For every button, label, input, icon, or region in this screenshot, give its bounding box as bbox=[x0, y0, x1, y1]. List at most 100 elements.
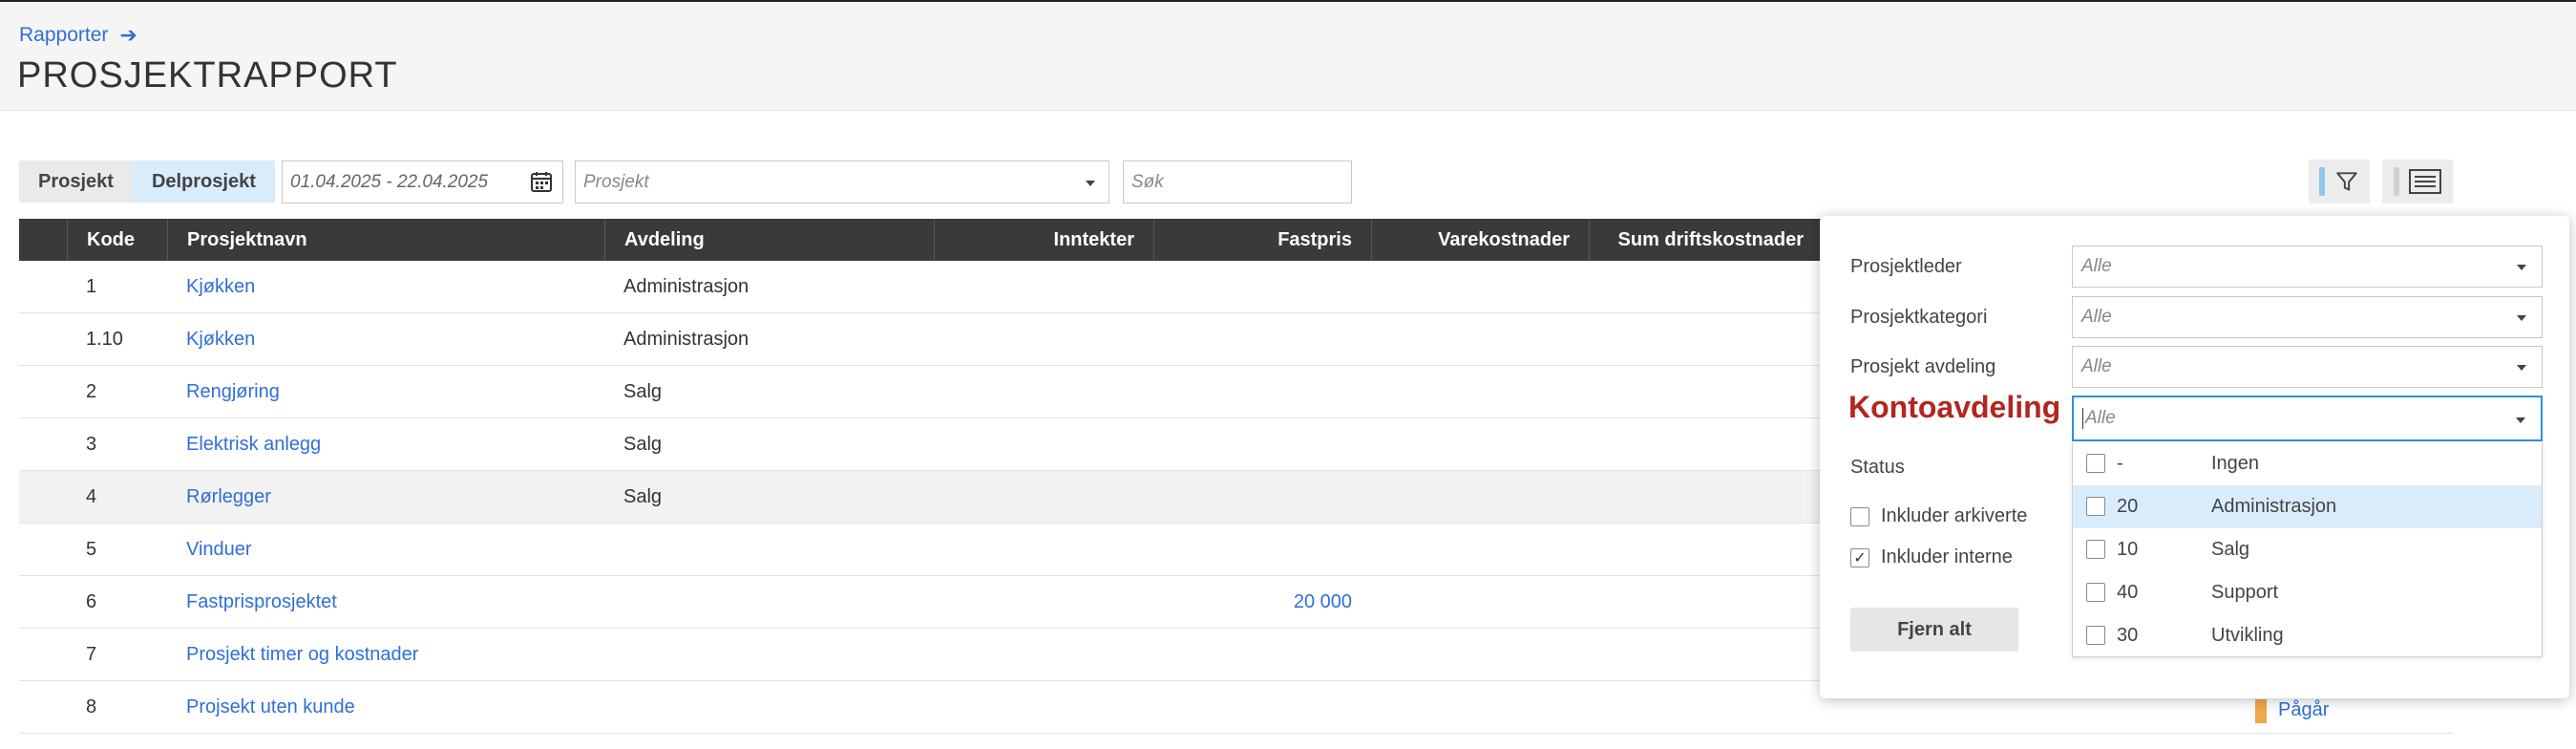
row-department: Administrasjon bbox=[623, 276, 750, 297]
row-code: 1 bbox=[86, 276, 97, 297]
row-project-name[interactable]: Kjøkken bbox=[186, 313, 255, 366]
row-code: 5 bbox=[86, 539, 97, 560]
header-code[interactable]: Kode bbox=[67, 219, 167, 261]
page-title: PROSJEKTRAPPORT bbox=[17, 55, 398, 96]
project-leader-label: Prosjektleder bbox=[1850, 256, 1962, 277]
header-operating-cost[interactable]: Sum driftskostnader bbox=[1589, 219, 1823, 261]
dropdown-option[interactable]: 40 Support bbox=[2073, 571, 2542, 614]
header-fixed-price[interactable]: Fastpris bbox=[1153, 219, 1371, 261]
account-department-select[interactable]: Alle bbox=[2072, 396, 2543, 441]
include-archived-checkbox[interactable] bbox=[1850, 506, 1869, 526]
row-department: Administrasjon bbox=[623, 329, 750, 350]
status-label[interactable]: Pågår bbox=[2278, 699, 2329, 721]
date-range-input[interactable]: 01.04.2025 - 22.04.2025 bbox=[282, 160, 563, 203]
row-code: 7 bbox=[86, 644, 97, 665]
include-internal-option[interactable]: ✓ Inkluder interne bbox=[1850, 546, 2013, 568]
option-checkbox[interactable] bbox=[2086, 540, 2105, 559]
header-goods-cost[interactable]: Varekostnader bbox=[1371, 219, 1589, 261]
date-range-value: 01.04.2025 - 22.04.2025 bbox=[290, 171, 489, 192]
project-leader-select[interactable]: Alle bbox=[2072, 246, 2543, 288]
text-cursor bbox=[2082, 408, 2083, 429]
include-archived-label: Inkluder arkiverte bbox=[1881, 505, 2028, 526]
row-code: 2 bbox=[86, 381, 97, 402]
list-view-icon bbox=[2409, 169, 2441, 194]
project-select[interactable]: Prosjekt bbox=[575, 160, 1109, 203]
search-placeholder: Søk bbox=[1131, 171, 1164, 192]
row-fixed-price[interactable] bbox=[1153, 524, 1352, 576]
row-code: 6 bbox=[86, 591, 97, 612]
page-header: Rapporter ➔ PROSJEKTRAPPORT bbox=[0, 2, 2576, 111]
calendar-icon[interactable] bbox=[530, 170, 553, 193]
row-project-name[interactable]: Rengjøring bbox=[186, 366, 280, 418]
search-input[interactable]: Søk bbox=[1123, 160, 1352, 203]
dropdown-option[interactable]: 30 Utvikling bbox=[2073, 614, 2542, 657]
row-code: 4 bbox=[86, 486, 97, 507]
filter-active-indicator bbox=[2319, 167, 2325, 196]
row-fixed-price[interactable] bbox=[1153, 629, 1352, 681]
row-department: Salg bbox=[623, 434, 663, 455]
row-code: 1.10 bbox=[86, 329, 123, 350]
chevron-down-icon bbox=[2516, 417, 2525, 423]
option-checkbox[interactable] bbox=[2086, 626, 2105, 645]
option-name: Ingen bbox=[2211, 453, 2260, 474]
column-view-button[interactable] bbox=[2382, 160, 2453, 203]
row-project-name[interactable]: Vinduer bbox=[186, 524, 252, 576]
option-checkbox[interactable] bbox=[2086, 497, 2105, 516]
row-department: Salg bbox=[623, 381, 663, 402]
row-fixed-price[interactable] bbox=[1153, 261, 1352, 313]
row-fixed-price[interactable] bbox=[1153, 366, 1352, 418]
filter-icon bbox=[2336, 172, 2357, 191]
row-fixed-price[interactable]: 20 000 bbox=[1153, 576, 1352, 629]
row-fixed-price[interactable] bbox=[1153, 418, 1352, 471]
row-fixed-price[interactable] bbox=[1153, 313, 1352, 366]
breadcrumb-link[interactable]: Rapporter bbox=[19, 24, 108, 47]
option-name: Salg bbox=[2211, 539, 2250, 560]
row-fixed-price[interactable] bbox=[1153, 471, 1352, 524]
dropdown-option[interactable]: 10 Salg bbox=[2073, 528, 2542, 571]
include-internal-label: Inkluder interne bbox=[1881, 546, 2013, 567]
include-internal-checkbox[interactable]: ✓ bbox=[1850, 547, 1869, 567]
status-filter-label: Status bbox=[1850, 457, 1905, 478]
option-name: Administrasjon bbox=[2211, 496, 2337, 517]
project-category-value: Alle bbox=[2081, 307, 2112, 327]
option-number: 10 bbox=[2117, 539, 2139, 560]
tab-delprosjekt[interactable]: Delprosjekt bbox=[132, 160, 275, 203]
row-fixed-price[interactable] bbox=[1153, 681, 1352, 734]
option-number: 20 bbox=[2117, 496, 2139, 517]
project-category-select[interactable]: Alle bbox=[2072, 296, 2543, 338]
clear-all-button[interactable]: Fjern alt bbox=[1850, 608, 2018, 652]
view-indicator bbox=[2394, 167, 2399, 196]
row-project-name[interactable]: Elektrisk anlegg bbox=[186, 418, 321, 471]
row-department: Salg bbox=[623, 486, 663, 507]
filter-button[interactable] bbox=[2309, 160, 2370, 203]
include-archived-option[interactable]: Inkluder arkiverte bbox=[1850, 505, 2027, 527]
chevron-down-icon bbox=[2517, 365, 2526, 371]
project-department-label: Prosjekt avdeling bbox=[1850, 356, 1996, 377]
option-checkbox[interactable] bbox=[2086, 454, 2105, 473]
filter-panel: Prosjektleder Alle Prosjektkategori Alle… bbox=[1820, 216, 2569, 698]
project-department-value: Alle bbox=[2081, 356, 2112, 376]
project-select-placeholder: Prosjekt bbox=[583, 171, 649, 192]
chevron-down-icon bbox=[2517, 265, 2526, 270]
row-project-name[interactable]: Kjøkken bbox=[186, 261, 255, 313]
row-project-name[interactable]: Rørlegger bbox=[186, 471, 271, 524]
header-name[interactable]: Prosjektnavn bbox=[167, 219, 604, 261]
header-department[interactable]: Avdeling bbox=[604, 219, 934, 261]
chevron-down-icon bbox=[1086, 181, 1095, 186]
view-toggle: Prosjekt Delprosjekt bbox=[19, 160, 275, 203]
row-project-name[interactable]: Prosjekt timer og kostnader bbox=[186, 629, 418, 681]
option-number: - bbox=[2117, 453, 2123, 474]
option-name: Utvikling bbox=[2211, 625, 2284, 646]
option-number: 40 bbox=[2117, 582, 2139, 603]
dropdown-option[interactable]: - Ingen bbox=[2073, 442, 2542, 485]
row-project-name[interactable]: Fastprisprosjektet bbox=[186, 576, 337, 629]
breadcrumb[interactable]: Rapporter ➔ bbox=[19, 23, 137, 48]
header-income[interactable]: Inntekter bbox=[934, 219, 1153, 261]
tab-prosjekt[interactable]: Prosjekt bbox=[19, 160, 133, 203]
project-category-label: Prosjektkategori bbox=[1850, 307, 1988, 328]
project-department-select[interactable]: Alle bbox=[2072, 346, 2543, 388]
dropdown-option-highlighted[interactable]: 20 Administrasjon bbox=[2073, 485, 2542, 528]
status-indicator bbox=[2255, 699, 2267, 723]
row-project-name[interactable]: Projsekt uten kunde bbox=[186, 681, 355, 734]
option-checkbox[interactable] bbox=[2086, 583, 2105, 602]
